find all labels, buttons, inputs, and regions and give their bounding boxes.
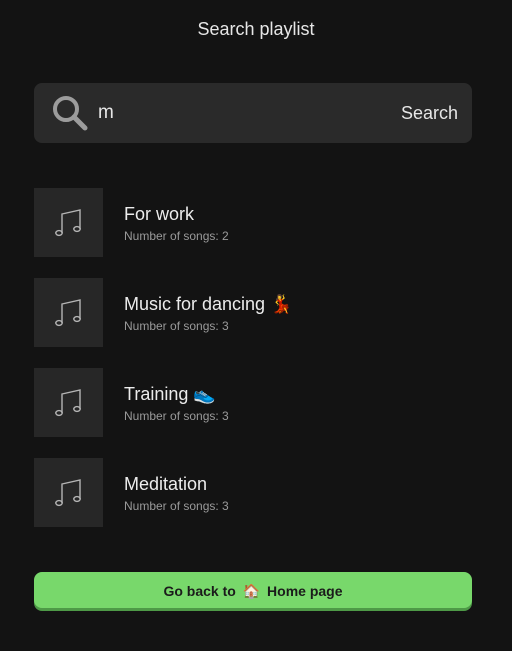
home-icon: 🏠 xyxy=(242,583,261,599)
playlist-list: For work Number of songs: 2 Music for da… xyxy=(34,188,472,548)
home-button-prefix: Go back to xyxy=(163,583,236,599)
music-note-icon xyxy=(55,299,81,327)
playlist-thumbnail xyxy=(34,188,103,257)
music-note-icon xyxy=(55,479,81,507)
page-title: Search playlist xyxy=(197,19,315,39)
playlist-item-music-for-dancing[interactable]: Music for dancing 💃 Number of songs: 3 xyxy=(34,278,472,347)
playlist-title: Meditation xyxy=(124,474,208,494)
playlist-item-for-work[interactable]: For work Number of songs: 2 xyxy=(34,188,472,257)
playlist-thumbnail xyxy=(34,368,103,437)
playlist-thumbnail xyxy=(34,458,103,527)
music-note-icon xyxy=(55,389,81,417)
playlist-item-training[interactable]: Training 👟 Number of songs: 3 xyxy=(34,368,472,437)
home-page-button[interactable]: Go back to 🏠 Home page xyxy=(34,572,472,608)
playlist-song-count: Number of songs: 3 xyxy=(124,319,229,333)
playlist-title: For work xyxy=(124,204,195,224)
playlist-song-count: Number of songs: 3 xyxy=(124,499,229,513)
playlist-title: Music for dancing 💃 xyxy=(124,294,293,314)
music-note-icon xyxy=(55,209,81,237)
search-input[interactable] xyxy=(98,97,318,129)
search-icon[interactable] xyxy=(50,93,90,133)
search-button[interactable]: Search xyxy=(401,97,458,129)
search-bar: Search xyxy=(34,83,472,143)
playlist-title: Training 👟 xyxy=(124,384,216,404)
playlist-item-meditation[interactable]: Meditation Number of songs: 3 xyxy=(34,458,472,527)
playlist-thumbnail xyxy=(34,278,103,347)
playlist-song-count: Number of songs: 2 xyxy=(124,229,229,243)
home-button-suffix: Home page xyxy=(267,583,343,599)
playlist-song-count: Number of songs: 3 xyxy=(124,409,229,423)
